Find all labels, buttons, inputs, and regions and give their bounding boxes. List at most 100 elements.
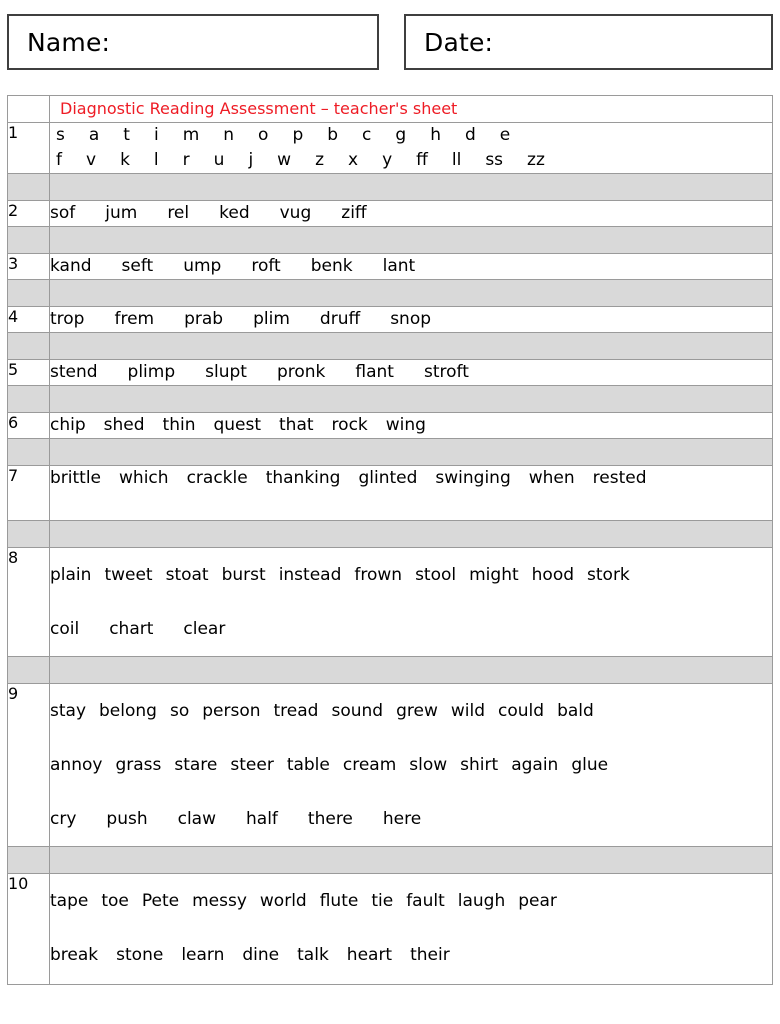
word: quest xyxy=(213,415,262,435)
word: again xyxy=(511,755,559,775)
word: slupt xyxy=(205,362,247,382)
word: here xyxy=(382,809,422,829)
spacer-row xyxy=(7,656,773,684)
spacer-body-cell xyxy=(49,279,773,307)
assessment-title: Diagnostic Reading Assessment – teacher'… xyxy=(60,99,458,118)
word-line: plain tweet stoat burst instead frown stool mig… xyxy=(50,548,772,602)
word-line: stend plimp slupt pronk flant stroft xyxy=(50,360,772,385)
row-words: stend plimp slupt pronk flant stroft xyxy=(49,359,773,386)
word: wing xyxy=(385,415,426,435)
word: Pete xyxy=(141,891,180,911)
word: shirt xyxy=(460,755,499,775)
word: lant xyxy=(382,256,416,276)
word: learn xyxy=(181,945,225,965)
word: world xyxy=(259,891,307,911)
spacer-number-cell xyxy=(7,520,50,548)
word: jum xyxy=(105,203,138,223)
row-words: plain tweet stoat burst instead frown stool mig… xyxy=(49,547,773,657)
word: stare xyxy=(174,755,218,775)
word: tie xyxy=(371,891,394,911)
row-number: 10 xyxy=(7,873,50,985)
grapheme: ll xyxy=(451,150,462,170)
word: push xyxy=(106,809,148,829)
word: rock xyxy=(331,415,368,435)
letter-line: f v k l r u j w z x y ff ll ss zz xyxy=(50,148,772,173)
word: shed xyxy=(103,415,145,435)
spacer-row xyxy=(7,438,773,466)
grapheme: h xyxy=(430,125,441,145)
grapheme: l xyxy=(153,150,159,170)
row-words: trop frem prab plim druff snop xyxy=(49,306,773,333)
word: plim xyxy=(253,309,290,329)
grapheme: n xyxy=(223,125,235,145)
table-row: 9 stay belong so person tread sound grew wild cou… xyxy=(7,683,773,847)
word: bald xyxy=(557,701,594,721)
grapheme: r xyxy=(182,150,190,170)
word: sof xyxy=(50,203,76,223)
word: ump xyxy=(183,256,222,276)
word-line: brittle which crackle thanking glinted swingi… xyxy=(50,466,772,491)
row-number: 7 xyxy=(7,465,50,521)
table-row: 6 chip shed thin quest that rock wing xyxy=(7,412,773,439)
word: rel xyxy=(167,203,190,223)
table-row: 5 stend plimp slupt pronk flant stroft xyxy=(7,359,773,386)
name-label: Name: xyxy=(27,27,111,57)
date-field-box[interactable]: Date: xyxy=(404,14,773,70)
word: when xyxy=(528,468,575,488)
spacer-number-cell xyxy=(7,332,50,360)
spacer-row xyxy=(7,279,773,307)
word-line: kand seft ump roft benk lant xyxy=(50,254,772,279)
grapheme: a xyxy=(88,125,100,145)
spacer-body-cell xyxy=(49,385,773,413)
word: benk xyxy=(310,256,353,276)
spacer-body-cell xyxy=(49,438,773,466)
spacer-row xyxy=(7,332,773,360)
row-words: brittle which crackle thanking glinted swingi… xyxy=(49,465,773,521)
word: druff xyxy=(319,309,361,329)
word: flant xyxy=(355,362,394,382)
word: frown xyxy=(354,565,403,585)
word: toe xyxy=(101,891,129,911)
assessment-table-body: Diagnostic Reading Assessment – teacher'… xyxy=(7,95,773,985)
word: ziff xyxy=(341,203,367,223)
spacer-row xyxy=(7,846,773,874)
spacer-body-cell xyxy=(49,656,773,684)
word: might xyxy=(469,565,519,585)
word: could xyxy=(498,701,545,721)
word: tread xyxy=(273,701,319,721)
table-row: 3 kand seft ump roft benk lant xyxy=(7,253,773,280)
word: stone xyxy=(116,945,164,965)
word: their xyxy=(410,945,450,965)
word: crackle xyxy=(186,468,248,488)
grapheme: t xyxy=(123,125,130,145)
grapheme: zz xyxy=(527,150,545,170)
word: half xyxy=(246,809,278,829)
word: fault xyxy=(406,891,445,911)
grapheme: ss xyxy=(485,150,504,170)
spacer-body-cell xyxy=(49,226,773,254)
word: thin xyxy=(162,415,196,435)
word: burst xyxy=(221,565,266,585)
title-cell: Diagnostic Reading Assessment – teacher'… xyxy=(49,95,773,123)
word: snop xyxy=(390,309,432,329)
grapheme: y xyxy=(382,150,393,170)
word: annoy xyxy=(50,755,103,775)
word: cream xyxy=(342,755,397,775)
word: heart xyxy=(346,945,393,965)
row-number: 2 xyxy=(7,200,50,227)
word: pronk xyxy=(276,362,326,382)
word: steer xyxy=(230,755,274,775)
word: roft xyxy=(251,256,281,276)
word: stroft xyxy=(423,362,469,382)
name-field-box[interactable]: Name: xyxy=(7,14,379,70)
grapheme: b xyxy=(327,125,339,145)
spacer-body-cell xyxy=(49,846,773,874)
word: hood xyxy=(531,565,575,585)
word: pear xyxy=(518,891,557,911)
spacer-body-cell xyxy=(49,332,773,360)
word: coil xyxy=(50,619,80,639)
word: brittle xyxy=(50,468,102,488)
word: which xyxy=(119,468,169,488)
word: belong xyxy=(99,701,157,721)
word: plain xyxy=(50,565,92,585)
